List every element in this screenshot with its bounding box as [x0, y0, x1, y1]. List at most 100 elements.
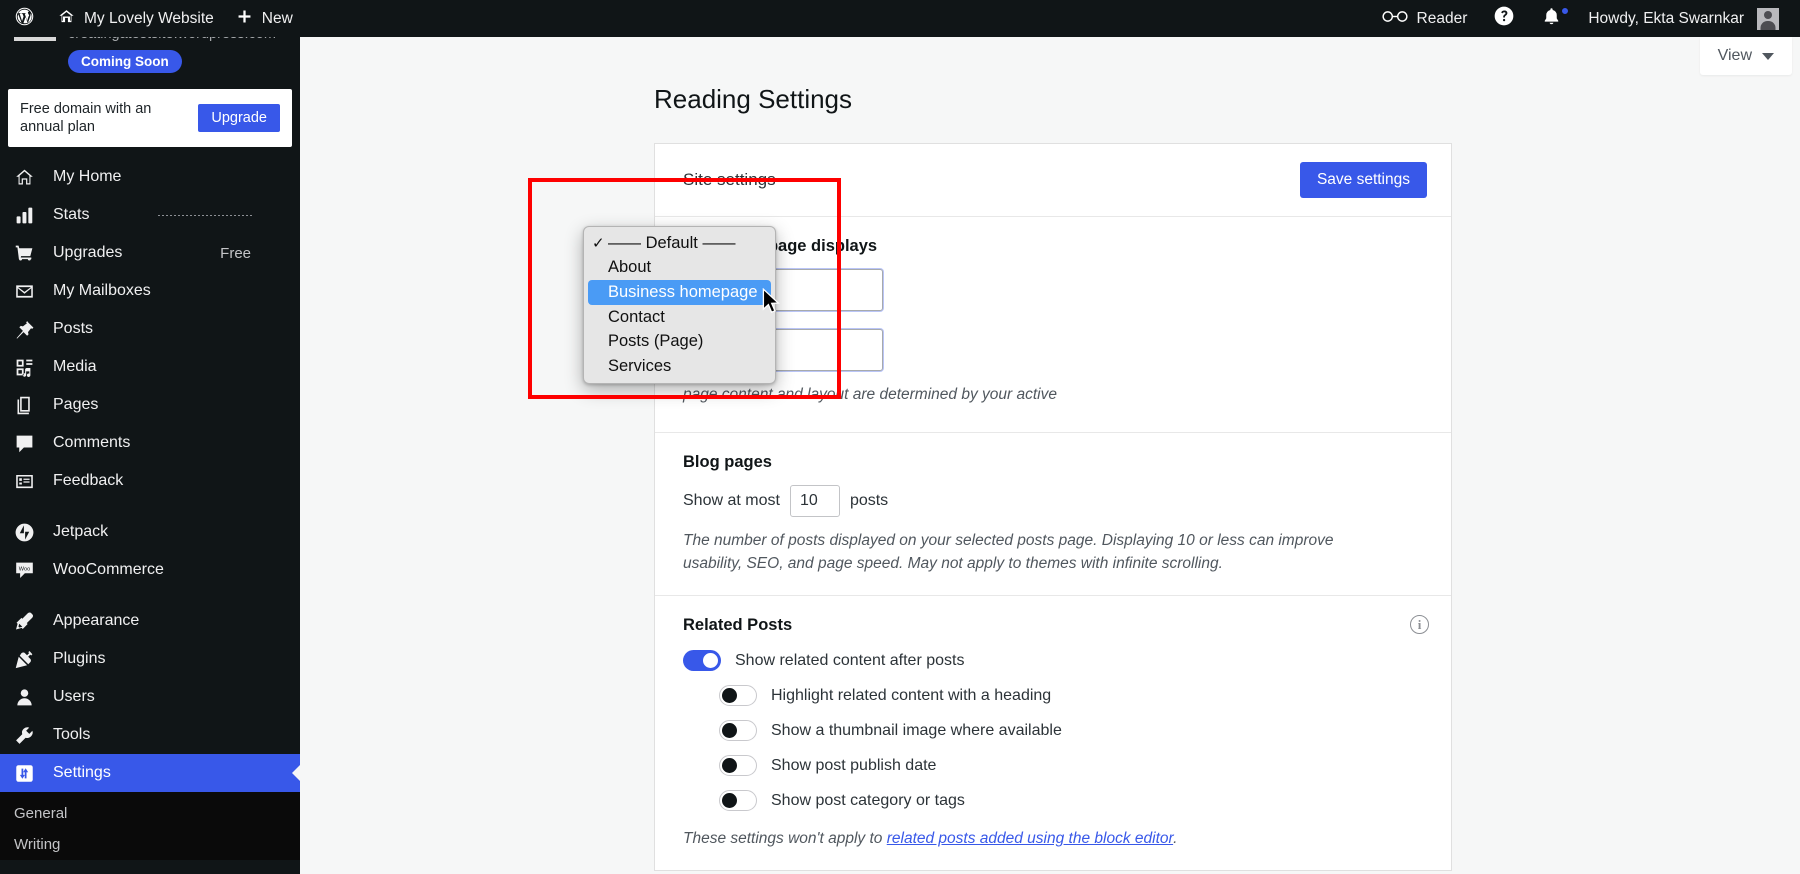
select-option-label: Services [608, 356, 672, 375]
home-icon [58, 8, 75, 30]
stats-icon [14, 205, 35, 226]
select-option-posts-page[interactable]: Posts (Page) [584, 329, 775, 354]
sidebar-item-feedback[interactable]: Feedback [0, 462, 300, 500]
select-option-contact[interactable]: Contact [584, 305, 775, 330]
posts-page-select-wrapper [683, 329, 1423, 371]
site-header-text: creatingatestsite.wordpress.com Coming S… [68, 37, 276, 73]
sidebar-item-comments[interactable]: Comments [0, 424, 300, 462]
toggle-label: Highlight related content with a heading [771, 686, 1052, 704]
comment-icon [14, 433, 35, 454]
sidebar-item-label: Users [53, 688, 95, 705]
sidebar-item-settings[interactable]: Settings [0, 754, 300, 792]
sidebar-item-label: My Home [53, 168, 122, 185]
save-settings-button[interactable]: Save settings [1299, 162, 1427, 198]
related-posts-main-toggle-row: Show related content after posts [683, 650, 1423, 671]
admin-bar-right: Reader Howdy, Ekta Swarnkar [1369, 0, 1800, 37]
related-posts-title: Related Posts [683, 616, 793, 634]
view-dropdown-button[interactable]: View [1699, 37, 1792, 75]
help-circle-icon [1493, 5, 1515, 32]
sidebar-item-label: Appearance [53, 612, 140, 629]
sidebar-item-label: My Mailboxes [53, 282, 151, 299]
sidebar-item-tools[interactable]: Tools [0, 716, 300, 754]
show-publish-date-toggle[interactable] [719, 755, 757, 776]
paintbrush-icon [14, 611, 35, 632]
submenu-item-writing[interactable]: Writing [0, 829, 300, 860]
sidebar-item-woocommerce[interactable]: Woo WooCommerce [0, 551, 300, 589]
select-option-services[interactable]: Services [584, 354, 775, 379]
settings-icon [14, 763, 35, 784]
site-header[interactable]: creatingatestsite.wordpress.com Coming S… [0, 37, 300, 73]
chevron-down-icon [1762, 52, 1774, 60]
sidebar-item-posts[interactable]: Posts [0, 310, 300, 348]
view-label: View [1717, 47, 1752, 64]
user-icon [14, 687, 35, 708]
highlight-heading-toggle[interactable] [719, 685, 757, 706]
toggle-label: Show post publish date [771, 756, 937, 774]
media-icon [14, 357, 35, 378]
site-thumbnail [14, 37, 56, 41]
select-option-label: Business homepage [608, 282, 758, 301]
sidebar-item-appearance[interactable]: Appearance [0, 602, 300, 640]
woocommerce-icon: Woo [14, 560, 35, 581]
menu-separator [0, 589, 300, 602]
site-name-button[interactable]: My Lovely Website [47, 0, 225, 37]
sidebar-item-plugins[interactable]: Plugins [0, 640, 300, 678]
upgrade-button[interactable]: Upgrade [198, 104, 280, 132]
show-category-tags-toggle[interactable] [719, 790, 757, 811]
sidebar-item-my-home[interactable]: My Home [0, 158, 300, 196]
show-thumbnail-toggle[interactable] [719, 720, 757, 741]
wordpress-logo-icon [14, 6, 35, 32]
show-at-most-row: Show at most posts [683, 485, 1423, 517]
sidebar-item-label: Upgrades [53, 244, 123, 261]
sidebar-item-my-mailboxes[interactable]: My Mailboxes [0, 272, 300, 310]
sidebar-item-label: Jetpack [53, 523, 109, 540]
page-title: Reading Settings [654, 84, 853, 114]
submenu-item-general[interactable]: General [0, 798, 300, 829]
blog-pages-section: Blog pages Show at most posts The number… [655, 433, 1451, 596]
settings-submenu: General Writing [0, 792, 300, 860]
reader-glasses-icon [1381, 9, 1408, 29]
svg-text:Woo: Woo [19, 566, 30, 572]
help-button[interactable] [1480, 0, 1528, 37]
select-option-label: —— Default —— [608, 233, 736, 252]
sidebar-item-label: Feedback [53, 472, 124, 489]
sidebar-item-jetpack[interactable]: Jetpack [0, 513, 300, 551]
posts-per-page-input[interactable] [789, 485, 840, 517]
sidebar-item-media[interactable]: Media [0, 348, 300, 386]
select-option-default[interactable]: ✓ —— Default —— [584, 231, 775, 256]
my-account-button[interactable]: Howdy, Ekta Swarnkar [1575, 0, 1792, 37]
pages-icon [14, 395, 35, 416]
footnote-suffix: . [1173, 830, 1178, 847]
homepage-select-dropdown[interactable]: ✓ —— Default —— About Business homepage … [583, 226, 776, 384]
sidebar-item-stats[interactable]: Stats [0, 196, 300, 234]
info-icon[interactable]: i [1410, 615, 1429, 634]
site-settings-header: Site settings Save settings [655, 144, 1451, 217]
mail-icon [14, 281, 35, 302]
sidebar-item-label: Comments [53, 434, 131, 451]
wordpress-logo-button[interactable] [0, 0, 47, 37]
reader-button[interactable]: Reader [1369, 0, 1481, 37]
sidebar-item-users[interactable]: Users [0, 678, 300, 716]
upgrade-promo-text: Free domain with an annual plan [20, 101, 152, 135]
sidebar-item-badge: Free [220, 244, 251, 262]
sidebar-menu: My Home Stats Upgrades Free My Mailboxes [0, 158, 300, 860]
admin-bar: My Lovely Website New Reader Howdy, Ekta… [0, 0, 1800, 37]
select-option-about[interactable]: About [584, 256, 775, 281]
show-related-content-toggle[interactable] [683, 650, 721, 671]
sidebar-item-upgrades[interactable]: Upgrades Free [0, 234, 300, 272]
notifications-button[interactable] [1528, 0, 1575, 37]
new-content-button[interactable]: New [225, 0, 304, 37]
sidebar-item-pages[interactable]: Pages [0, 386, 300, 424]
bell-icon [1541, 6, 1562, 32]
upgrade-promo-card: Free domain with an annual plan Upgrade [8, 89, 292, 147]
blog-pages-helper-text: The number of posts displayed on your se… [683, 532, 1334, 572]
sidebar-item-label: Pages [53, 396, 99, 413]
show-at-most-label: Show at most [683, 492, 780, 509]
sidebar-item-label: Plugins [53, 650, 106, 667]
cart-icon [14, 243, 35, 264]
pin-icon [14, 319, 35, 340]
show-publish-date-toggle-row: Show post publish date [719, 755, 1423, 776]
select-option-business-homepage[interactable]: Business homepage [588, 280, 771, 305]
admin-bar-left: My Lovely Website New [0, 0, 304, 37]
block-editor-link[interactable]: related posts added using the block edit… [887, 830, 1173, 847]
